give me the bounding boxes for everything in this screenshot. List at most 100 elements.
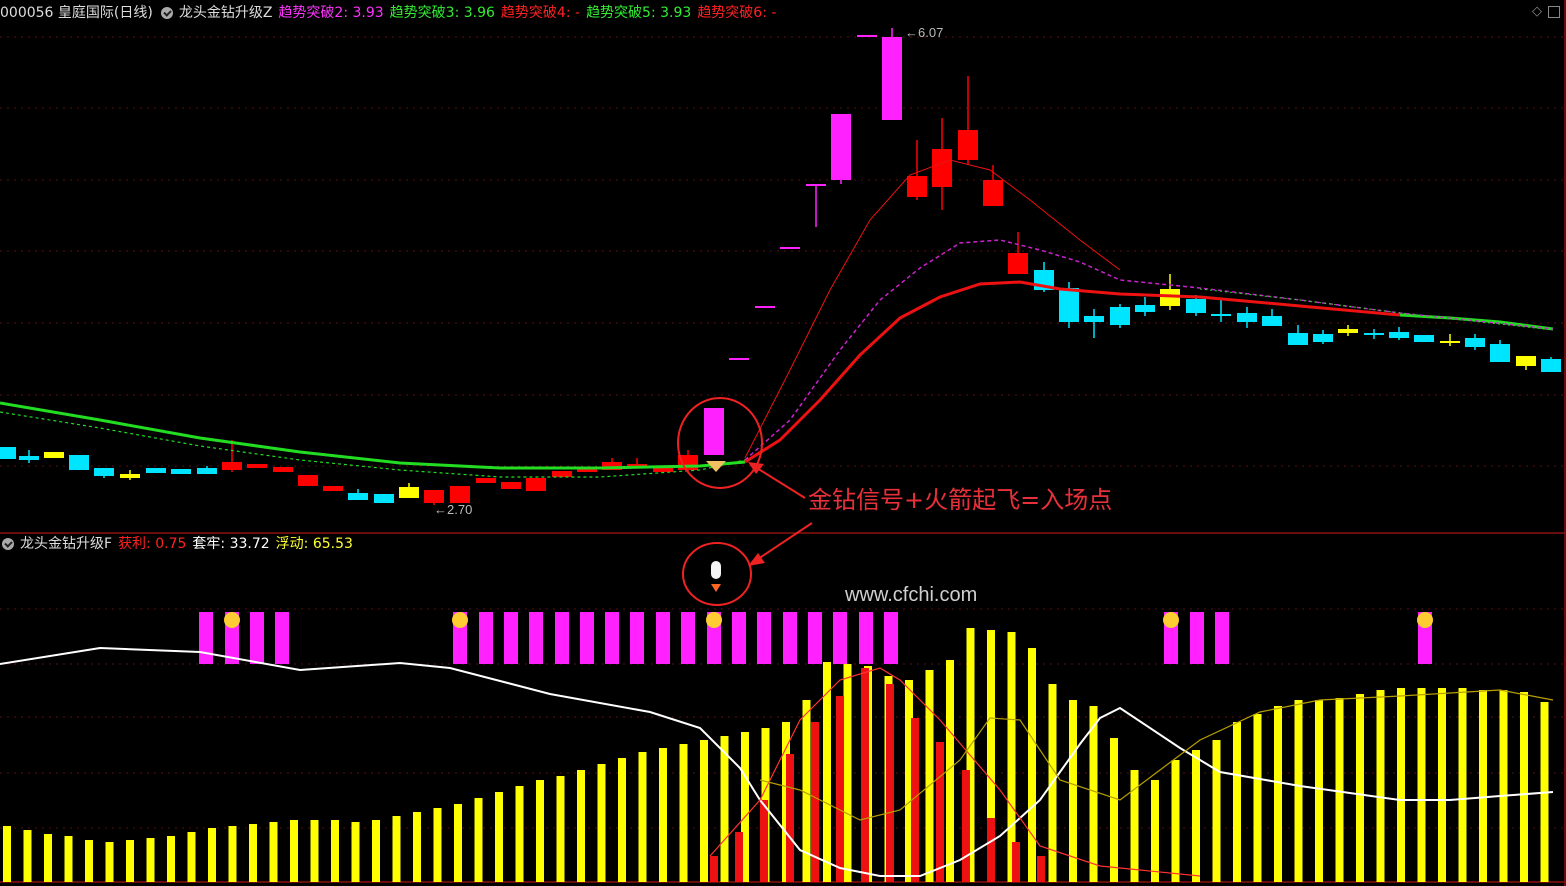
sub-indicator-name[interactable]: 龙头金钻升级F <box>20 532 112 556</box>
candle-body <box>729 358 749 360</box>
candle-body <box>1211 314 1231 316</box>
volume-bar <box>638 752 647 882</box>
low-price-value: 2.70 <box>447 502 473 517</box>
volume-bar <box>64 836 73 882</box>
red-volume-bar <box>886 684 894 882</box>
signal-bar <box>884 612 898 664</box>
red-volume-bar <box>735 832 743 882</box>
signal-bar <box>783 612 797 664</box>
arrow-head-icon <box>748 462 764 474</box>
volume-bar <box>1253 714 1262 882</box>
candle-body <box>882 37 902 120</box>
candle-body <box>171 469 191 474</box>
volume-bar <box>1438 688 1446 882</box>
candle-body <box>704 408 724 455</box>
signal-bar <box>529 612 543 664</box>
candle-body <box>1084 316 1104 322</box>
stock-title[interactable]: 000056 皇庭国际(日线) <box>0 1 153 25</box>
sub-chart-header: 龙头金钻升级F 获利: 0.75 套牢: 33.72 浮动: 65.53 <box>0 532 365 556</box>
annotation-arrow-sub <box>751 522 813 564</box>
volume-bar <box>413 812 421 882</box>
volume-bar <box>1376 690 1385 882</box>
candle-body <box>1110 307 1130 325</box>
sub-indicator-values: 获利: 0.75 套牢: 33.72 浮动: 65.53 <box>118 532 359 556</box>
candle-body <box>653 468 673 472</box>
volume-bar <box>1233 722 1241 882</box>
volume-bar <box>146 838 155 882</box>
volume-bar <box>679 744 688 882</box>
volume-bar <box>700 740 708 882</box>
red-volume-bar <box>962 770 970 882</box>
signal-bar <box>681 612 695 664</box>
low-price-label: ←2.70 <box>434 502 472 517</box>
sub-indicator-item: 浮动: 65.53 <box>275 536 353 552</box>
signal-bar <box>1190 612 1204 664</box>
sub-indicator-toggle-icon[interactable] <box>2 538 14 550</box>
arrow-left-icon: ← <box>434 502 447 517</box>
volume-bar <box>536 780 544 882</box>
volume-bar <box>1417 688 1426 882</box>
candle-body <box>1389 332 1409 338</box>
volume-bar <box>1028 648 1036 882</box>
candle-body <box>1008 253 1028 274</box>
arrow-left-icon: ← <box>905 25 918 40</box>
volume-bar <box>290 820 298 882</box>
indicator-toggle-icon[interactable] <box>160 7 173 19</box>
main-indicator-item: 趋势突破2: 3.93 <box>278 5 384 21</box>
volume-bar <box>228 826 237 882</box>
red-volume-bar <box>710 856 718 882</box>
kline-chart-canvas[interactable] <box>0 0 1566 886</box>
candle-body <box>780 247 800 249</box>
red-volume-bar <box>936 742 944 882</box>
volume-bar <box>1315 700 1323 882</box>
volume-bar <box>495 792 503 882</box>
candle-body <box>526 478 546 491</box>
candle-body <box>932 149 952 187</box>
candle-body <box>1516 356 1536 366</box>
main-indicator-name[interactable]: 龙头金钻升级Z <box>179 1 273 25</box>
candle-body <box>323 486 343 491</box>
candle-body <box>1541 359 1561 372</box>
volume-bar <box>249 824 257 882</box>
volume-bar <box>208 828 216 882</box>
volume-bar <box>1294 700 1303 882</box>
ma-green-dotted <box>1199 288 1554 331</box>
diamond-icon[interactable]: ◇ <box>1532 4 1542 19</box>
candle-body <box>831 114 851 180</box>
volume-bar <box>474 798 483 882</box>
red-volume-bar <box>861 668 869 882</box>
volume-bar <box>269 822 278 882</box>
candle-body <box>857 35 877 37</box>
candle-body <box>69 455 89 470</box>
volume-bar <box>44 834 52 882</box>
smiley-icon <box>1163 612 1179 628</box>
candle-body <box>374 494 394 503</box>
main-indicator-values: 趋势突破2: 3.93 趋势突破3: 3.96 趋势突破4: - 趋势突破5: 3.9… <box>278 1 782 25</box>
candle-body <box>19 456 39 460</box>
main-indicator-item: 趋势突破4: - <box>500 5 581 21</box>
volume-bar <box>1171 760 1180 882</box>
volume-bar <box>331 820 339 882</box>
candle-body <box>146 468 166 473</box>
signal-bar <box>199 612 213 664</box>
volume-bar <box>925 670 934 882</box>
signal-bar <box>1215 612 1229 664</box>
volume-bar <box>659 748 667 882</box>
volume-bar <box>1458 688 1467 882</box>
signal-bar <box>808 612 822 664</box>
candle-body <box>273 467 293 472</box>
volume-bar <box>843 664 852 882</box>
red-volume-bar <box>1012 842 1020 882</box>
volume-bar <box>1520 692 1528 882</box>
candle-body <box>120 474 140 478</box>
volume-bar <box>1089 706 1098 882</box>
candle-body <box>476 478 496 483</box>
volume-bar <box>1192 750 1200 882</box>
candle-body <box>983 180 1003 206</box>
candle-body <box>755 306 775 308</box>
window-icon[interactable] <box>1548 6 1560 18</box>
candle-body <box>552 471 572 477</box>
candle-body <box>1490 344 1510 362</box>
annotation-arrow-main <box>751 464 806 499</box>
sub-indicator-item: 套牢: 33.72 <box>192 536 270 552</box>
